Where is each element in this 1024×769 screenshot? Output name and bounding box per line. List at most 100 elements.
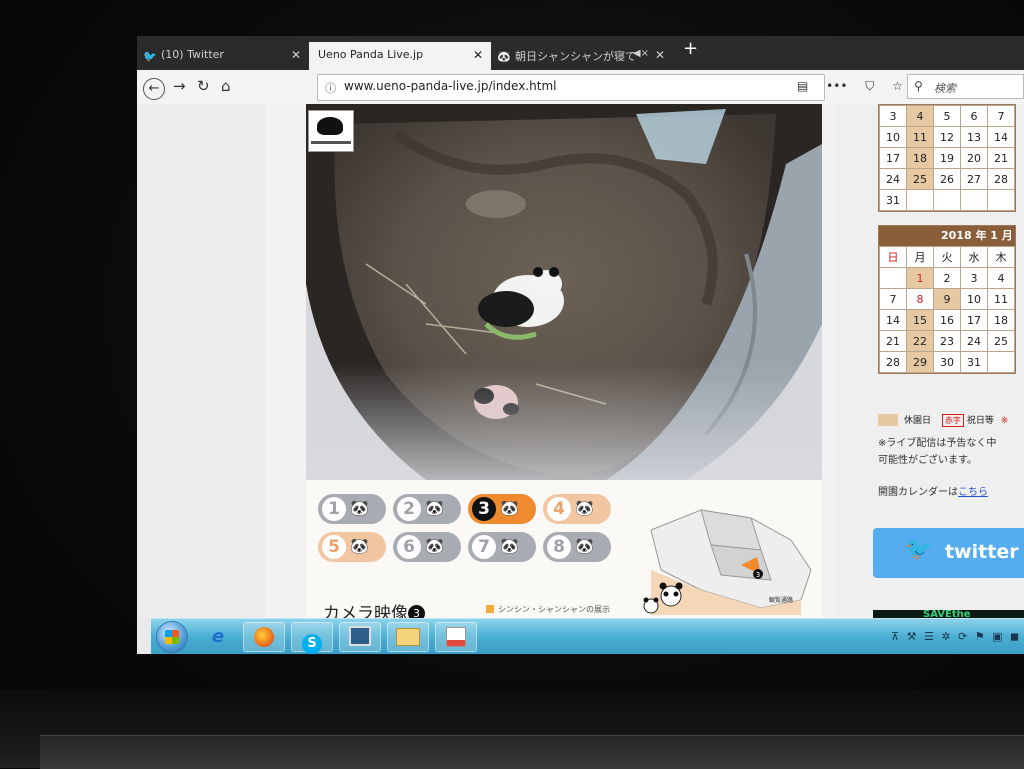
firefox-icon[interactable] bbox=[243, 622, 285, 652]
panda-icon: 🐼 bbox=[575, 537, 594, 555]
close-icon[interactable]: ✕ bbox=[473, 48, 483, 62]
left-margin bbox=[137, 104, 265, 618]
window-app-icon[interactable] bbox=[339, 622, 381, 652]
calendar-day: 20 bbox=[960, 147, 988, 169]
camera-button-4[interactable]: 4 🐼 bbox=[543, 494, 611, 524]
url-actions: ▤ ••• ⛉ ☆ bbox=[797, 79, 917, 94]
search-icon: ⚲ bbox=[914, 79, 923, 93]
calendar-day: 12 bbox=[933, 126, 961, 148]
reload-icon[interactable]: ↻ bbox=[197, 77, 210, 95]
system-tray: ⊼ ⚒ ☰ ✲ ⟳ ⚑ ▣ ◼ bbox=[891, 630, 1021, 643]
stream-notice: ※ライブ配信は予告なく中 可能性がございます。 bbox=[878, 438, 997, 466]
tray-tool-icon[interactable]: ⚒ bbox=[907, 630, 919, 643]
calendar-day: 5 bbox=[933, 105, 961, 127]
calendar-day: 28 bbox=[987, 168, 1015, 190]
windows-logo-icon bbox=[165, 630, 179, 644]
calendar-day: 3 bbox=[960, 267, 988, 289]
calendar-day: 15 bbox=[906, 309, 934, 331]
svg-text:3: 3 bbox=[756, 571, 760, 579]
search-input[interactable]: ⚲ 検索 bbox=[907, 74, 1024, 99]
camera-selector: 1 🐼 2 🐼 3 🐼 4 🐼 5 🐼 6 🐼 7 🐼 8 🐼 3 観覧通路 カ… bbox=[306, 480, 822, 624]
camera-button-3[interactable]: 3 🐼 bbox=[468, 494, 536, 524]
calendar-day bbox=[987, 189, 1015, 211]
tab-label: 朝日シャンシャンが寝て bbox=[515, 50, 636, 63]
live-camera-view[interactable] bbox=[306, 104, 822, 480]
speaker-mute-icon[interactable]: ◀× bbox=[633, 48, 649, 59]
web-page: 1 🐼 2 🐼 3 🐼 4 🐼 5 🐼 6 🐼 7 🐼 8 🐼 3 観覧通路 カ… bbox=[137, 104, 1024, 624]
internet-explorer-icon[interactable]: e bbox=[197, 622, 239, 652]
calendar-day bbox=[879, 267, 907, 289]
home-icon[interactable]: ⌂ bbox=[221, 77, 231, 95]
close-icon[interactable]: ✕ bbox=[291, 48, 301, 62]
calendar-weekday: 火 bbox=[933, 246, 961, 268]
calendar-january: 2018 年 1 月 日月火水木 1 2 3 4 7 8 9 10 11 14 15 16 17 18 21 2… bbox=[878, 225, 1016, 374]
camera-button-7[interactable]: 7 🐼 bbox=[468, 532, 536, 562]
calendar-day: 21 bbox=[987, 147, 1015, 169]
skype-icon[interactable]: S bbox=[291, 622, 333, 654]
reader-view-icon[interactable]: ▤ bbox=[797, 79, 808, 93]
camera-image bbox=[306, 104, 822, 480]
close-icon[interactable]: ✕ bbox=[655, 48, 665, 62]
taskbar: e S ⊼ ⚒ ☰ ✲ ⟳ ⚑ ▣ ◼ bbox=[151, 618, 1024, 654]
camera-button-1[interactable]: 1 🐼 bbox=[318, 494, 386, 524]
calendar-day: 17 bbox=[879, 147, 907, 169]
camera-button-5[interactable]: 5 🐼 bbox=[318, 532, 386, 562]
info-icon[interactable]: ⓘ bbox=[325, 80, 336, 96]
tray-arrow-icon[interactable]: ⊼ bbox=[891, 630, 901, 643]
calendar-day: 16 bbox=[933, 309, 961, 331]
calendar-december: 3 4 5 6 7 10 11 12 13 14 17 18 19 20 21 24 25 26 27 28 31 bbox=[878, 104, 1016, 212]
panda-icon: 🐼 bbox=[500, 499, 519, 517]
enclosure-map[interactable]: 3 観覧通路 bbox=[641, 490, 816, 615]
calendar-link-line: 開園カレンダーはこちら bbox=[878, 487, 988, 498]
calendar-day: 14 bbox=[879, 309, 907, 331]
calendar-day: 10 bbox=[879, 126, 907, 148]
tab-label: Ueno Panda Live.jp bbox=[318, 48, 424, 61]
calendar-day: 25 bbox=[906, 168, 934, 190]
tray-network-icon[interactable]: ☰ bbox=[924, 630, 936, 643]
panda-icon: 🐼 bbox=[500, 537, 519, 555]
page-actions-icon[interactable]: ••• bbox=[826, 79, 847, 93]
panda-icon: 🐼 bbox=[497, 50, 511, 63]
calendar-day: 28 bbox=[879, 351, 907, 373]
tray-sync-icon[interactable]: ⟳ bbox=[958, 630, 969, 643]
url-bar[interactable]: ⓘ www.ueno-panda-live.jp/index.html bbox=[317, 74, 825, 101]
calendar-day: 18 bbox=[906, 147, 934, 169]
calendar-weekday: 月 bbox=[906, 246, 934, 268]
camera-button-2[interactable]: 2 🐼 bbox=[393, 494, 461, 524]
panda-icon: 🐼 bbox=[425, 537, 444, 555]
bookmark-star-icon[interactable]: ☆ bbox=[892, 79, 903, 93]
start-button[interactable] bbox=[157, 622, 187, 652]
back-arrow-icon[interactable]: ← bbox=[143, 78, 165, 100]
twitter-button[interactable]: 🐦 twitter bbox=[873, 528, 1024, 578]
forward-arrow-icon[interactable]: → bbox=[173, 77, 186, 95]
calendar-day: 9 bbox=[933, 288, 961, 310]
pocket-icon[interactable]: ⛉ bbox=[865, 79, 874, 93]
tray-settings-icon[interactable]: ✲ bbox=[941, 630, 952, 643]
tab-ueno-panda[interactable]: Ueno Panda Live.jp ✕ bbox=[309, 42, 491, 70]
panda-icon: 🐼 bbox=[425, 499, 444, 517]
calendar-day: 10 bbox=[960, 288, 988, 310]
browser-nav-bar: ← → ↻ ⌂ ⓘ www.ueno-panda-live.jp/index.h… bbox=[137, 70, 1024, 105]
folder-icon[interactable] bbox=[387, 622, 429, 652]
new-tab-button[interactable]: + bbox=[683, 38, 698, 59]
calendar-day: 22 bbox=[906, 330, 934, 352]
camera-button-6[interactable]: 6 🐼 bbox=[393, 532, 461, 562]
panda-icon: 🐼 bbox=[575, 499, 594, 517]
camera-button-8[interactable]: 8 🐼 bbox=[543, 532, 611, 562]
tray-flag-icon[interactable]: ⚑ bbox=[975, 630, 987, 643]
calendar-day: 6 bbox=[960, 105, 988, 127]
calendar-day: 7 bbox=[987, 105, 1015, 127]
calendar-day: 2 bbox=[933, 267, 961, 289]
tab-twitter[interactable]: 🐦 (10) Twitter ✕ bbox=[137, 42, 309, 70]
calendar-day: 23 bbox=[933, 330, 961, 352]
calendar-link[interactable]: こちら bbox=[958, 487, 988, 498]
tab-shanshan[interactable]: 🐼 朝日シャンシャンが寝て ◀× ✕ bbox=[491, 42, 673, 70]
photo-app-icon[interactable] bbox=[435, 622, 477, 652]
tray-display-icon[interactable]: ▣ bbox=[992, 630, 1004, 643]
calendar-day: 24 bbox=[879, 168, 907, 190]
tray-volume-icon[interactable]: ◼ bbox=[1010, 630, 1021, 643]
search-placeholder: 検索 bbox=[934, 82, 956, 95]
calendar-day: 8 bbox=[906, 288, 934, 310]
calendar-day: 24 bbox=[960, 330, 988, 352]
calendar-day: 18 bbox=[987, 309, 1015, 331]
